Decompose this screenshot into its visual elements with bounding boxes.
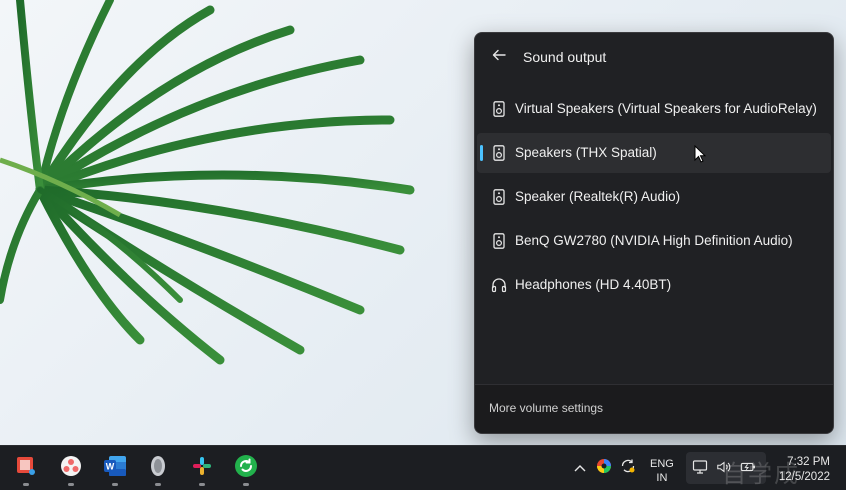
svg-text:W: W xyxy=(106,461,115,471)
slack-icon xyxy=(192,456,212,481)
taskbar-app-asana[interactable] xyxy=(55,452,87,486)
device-item-thx-spatial[interactable]: Speakers (THX Spatial) xyxy=(477,133,831,173)
chevron-up-icon xyxy=(574,459,586,477)
device-item-realtek-speaker[interactable]: Speaker (Realtek(R) Audio) xyxy=(477,177,831,217)
device-label: Speakers (THX Spatial) xyxy=(515,145,657,160)
snipping-tool-icon xyxy=(15,455,37,482)
running-indicator xyxy=(23,483,29,486)
back-button[interactable] xyxy=(485,43,513,71)
taskbar-app-slack[interactable] xyxy=(186,452,218,486)
device-label: Headphones (HD 4.40BT) xyxy=(515,277,672,292)
more-volume-settings-link[interactable]: More volume settings xyxy=(489,401,603,415)
colorful-app-icon xyxy=(596,458,612,479)
green-app-icon xyxy=(234,454,258,483)
running-indicator xyxy=(112,483,118,486)
taskbar: W ENG IN 7:32 PM 12/5/2022 自学成 xyxy=(0,445,846,490)
speaker-app-icon xyxy=(148,455,168,482)
word-icon: W xyxy=(103,455,127,482)
asana-icon xyxy=(60,455,82,482)
network-icon xyxy=(692,459,708,475)
lang-line-2: IN xyxy=(656,472,668,484)
device-list: Virtual Speakers (Virtual Speakers for A… xyxy=(475,89,833,309)
headphones-icon xyxy=(491,277,507,293)
speaker-icon xyxy=(491,233,507,249)
input-language-indicator[interactable]: ENG IN xyxy=(650,457,674,485)
taskbar-app-green[interactable] xyxy=(230,452,262,486)
running-indicator xyxy=(68,483,74,486)
running-indicator xyxy=(199,483,205,486)
taskbar-app-word[interactable]: W xyxy=(99,452,131,486)
palm-leaf-wallpaper xyxy=(0,0,415,365)
taskbar-app-speaker[interactable] xyxy=(142,452,174,486)
flyout-footer: More volume settings xyxy=(475,384,833,433)
flyout-title: Sound output xyxy=(523,49,607,65)
device-label: BenQ GW2780 (NVIDIA High Definition Audi… xyxy=(515,233,793,248)
sync-icon xyxy=(620,458,636,479)
taskbar-app-snipping[interactable] xyxy=(10,452,42,486)
show-hidden-icons-button[interactable] xyxy=(572,460,588,476)
flyout-header: Sound output xyxy=(475,33,833,81)
tray-sync[interactable] xyxy=(620,458,636,479)
sound-output-flyout: Sound output Virtual Speakers (Virtual S… xyxy=(474,32,834,434)
device-label: Speaker (Realtek(R) Audio) xyxy=(515,189,681,204)
device-item-headphones[interactable]: Headphones (HD 4.40BT) xyxy=(477,265,831,305)
speaker-icon xyxy=(491,101,507,117)
tray-app-color[interactable] xyxy=(596,458,612,479)
speaker-icon xyxy=(491,145,507,161)
device-label: Virtual Speakers (Virtual Speakers for A… xyxy=(515,101,817,116)
device-item-benq-monitor[interactable]: BenQ GW2780 (NVIDIA High Definition Audi… xyxy=(477,221,831,261)
running-indicator xyxy=(243,483,249,486)
device-item-virtual-speakers[interactable]: Virtual Speakers (Virtual Speakers for A… xyxy=(477,89,831,129)
back-arrow-icon xyxy=(492,48,506,67)
speaker-icon xyxy=(491,189,507,205)
mouse-cursor-icon xyxy=(694,145,706,163)
running-indicator xyxy=(155,483,161,486)
watermark-text: 自学成 xyxy=(722,461,800,488)
selection-indicator xyxy=(480,145,483,161)
lang-line-1: ENG xyxy=(650,458,674,470)
